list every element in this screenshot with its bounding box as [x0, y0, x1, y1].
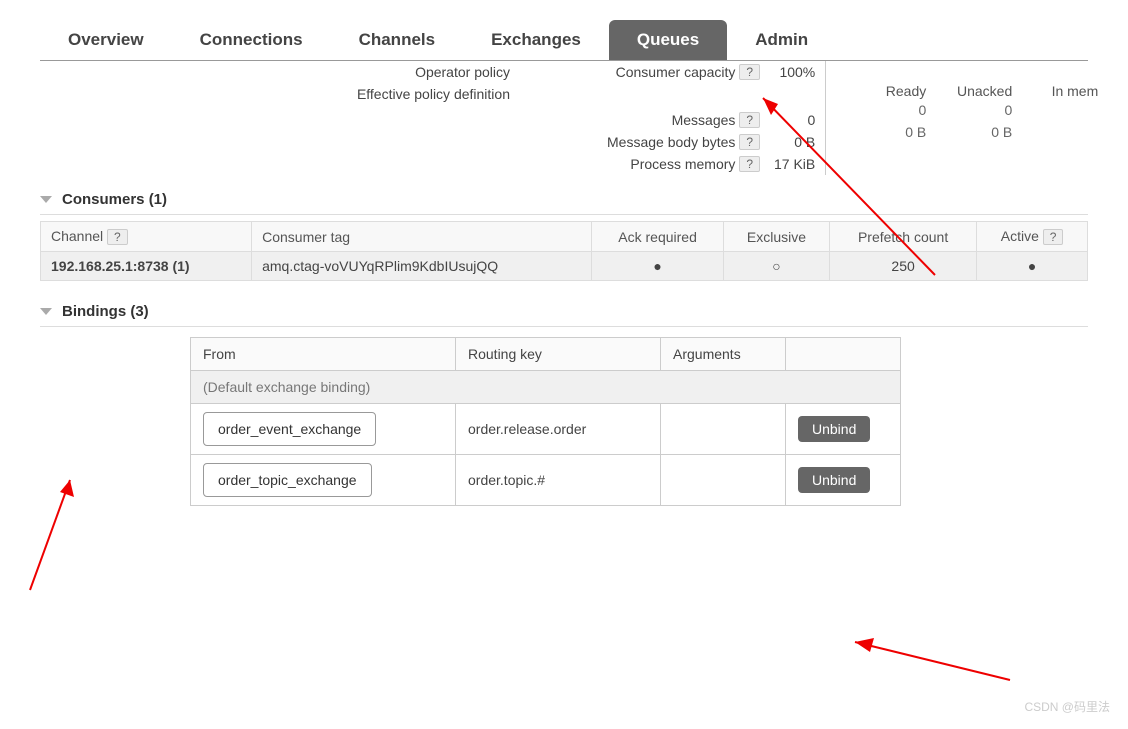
col-inmem: In mem: [1012, 83, 1098, 99]
messages-ready: 0: [840, 99, 926, 121]
help-icon[interactable]: ?: [1043, 229, 1064, 245]
help-icon[interactable]: ?: [107, 229, 128, 245]
col-from: From: [191, 338, 456, 371]
consumer-active: ●: [977, 252, 1088, 281]
consumers-title: Consumers (1): [62, 191, 167, 208]
col-args: Arguments: [661, 338, 786, 371]
tab-channels[interactable]: Channels: [331, 20, 464, 60]
watermark: CSDN @码里法: [1024, 698, 1110, 715]
consumers-table: Channel ? Consumer tag Ack required Excl…: [40, 221, 1088, 281]
chevron-down-icon: [40, 196, 52, 203]
table-row: 192.168.25.1:8738 (1) amq.ctag-voVUYqRPl…: [41, 252, 1088, 281]
bodybytes-ready: 0 B: [840, 121, 926, 143]
consumer-capacity-value: 100%: [770, 61, 819, 83]
col-ready: Ready: [840, 83, 926, 99]
consumer-tag: amq.ctag-voVUYqRPlim9KdbIUsujQQ: [252, 252, 592, 281]
consumer-channel[interactable]: 192.168.25.1:8738 (1): [41, 252, 252, 281]
col-unacked: Unacked: [926, 83, 1012, 99]
tab-admin[interactable]: Admin: [727, 20, 836, 60]
effective-policy-label: Effective policy definition: [357, 86, 510, 102]
chevron-down-icon: [40, 308, 52, 315]
table-row: (Default exchange binding): [191, 371, 901, 404]
default-exchange-binding: (Default exchange binding): [191, 371, 901, 404]
process-memory-value: 17 KiB: [770, 153, 819, 175]
col-consumer-tag: Consumer tag: [252, 222, 592, 252]
col-channel: Channel: [51, 228, 103, 244]
col-prefetch: Prefetch count: [829, 222, 976, 252]
help-icon[interactable]: ?: [739, 64, 760, 80]
exchange-link[interactable]: order_event_exchange: [203, 412, 376, 446]
col-exclusive: Exclusive: [723, 222, 829, 252]
tab-overview[interactable]: Overview: [40, 20, 172, 60]
message-body-bytes-label: Message body bytes: [607, 134, 735, 150]
consumer-exclusive: ○: [723, 252, 829, 281]
table-row: order_event_exchange order.release.order…: [191, 404, 901, 455]
col-ack: Ack required: [592, 222, 724, 252]
routing-key: order.topic.#: [456, 455, 661, 506]
consumer-ack: ●: [592, 252, 724, 281]
help-icon[interactable]: ?: [739, 112, 760, 128]
exchange-link[interactable]: order_topic_exchange: [203, 463, 372, 497]
tab-queues[interactable]: Queues: [609, 20, 727, 60]
binding-args: [661, 455, 786, 506]
binding-args: [661, 404, 786, 455]
messages-inmem: [1012, 99, 1098, 121]
consumer-prefetch: 250: [829, 252, 976, 281]
nav-tabs: Overview Connections Channels Exchanges …: [40, 20, 1088, 61]
col-active: Active: [1001, 228, 1039, 244]
help-icon[interactable]: ?: [739, 156, 760, 172]
bindings-table: From Routing key Arguments (Default exch…: [190, 337, 901, 506]
consumer-capacity-label: Consumer capacity: [616, 64, 736, 80]
unbind-button[interactable]: Unbind: [798, 416, 870, 442]
unbind-button[interactable]: Unbind: [798, 467, 870, 493]
operator-policy-label: Operator policy: [415, 64, 510, 80]
tab-connections[interactable]: Connections: [172, 20, 331, 60]
process-memory-label: Process memory: [630, 156, 735, 172]
messages-total: 0: [770, 109, 819, 131]
bodybytes-total: 0 B: [770, 131, 819, 153]
bindings-title: Bindings (3): [62, 303, 149, 320]
routing-key: order.release.order: [456, 404, 661, 455]
bodybytes-inmem: [1012, 121, 1098, 143]
consumers-toggle[interactable]: Consumers (1): [40, 185, 1088, 215]
table-row: order_topic_exchange order.topic.# Unbin…: [191, 455, 901, 506]
bodybytes-unacked: 0 B: [926, 121, 1012, 143]
help-icon[interactable]: ?: [739, 134, 760, 150]
tab-exchanges[interactable]: Exchanges: [463, 20, 609, 60]
messages-label: Messages: [672, 112, 736, 128]
bindings-toggle[interactable]: Bindings (3): [40, 297, 1088, 327]
col-routing: Routing key: [456, 338, 661, 371]
messages-unacked: 0: [926, 99, 1012, 121]
